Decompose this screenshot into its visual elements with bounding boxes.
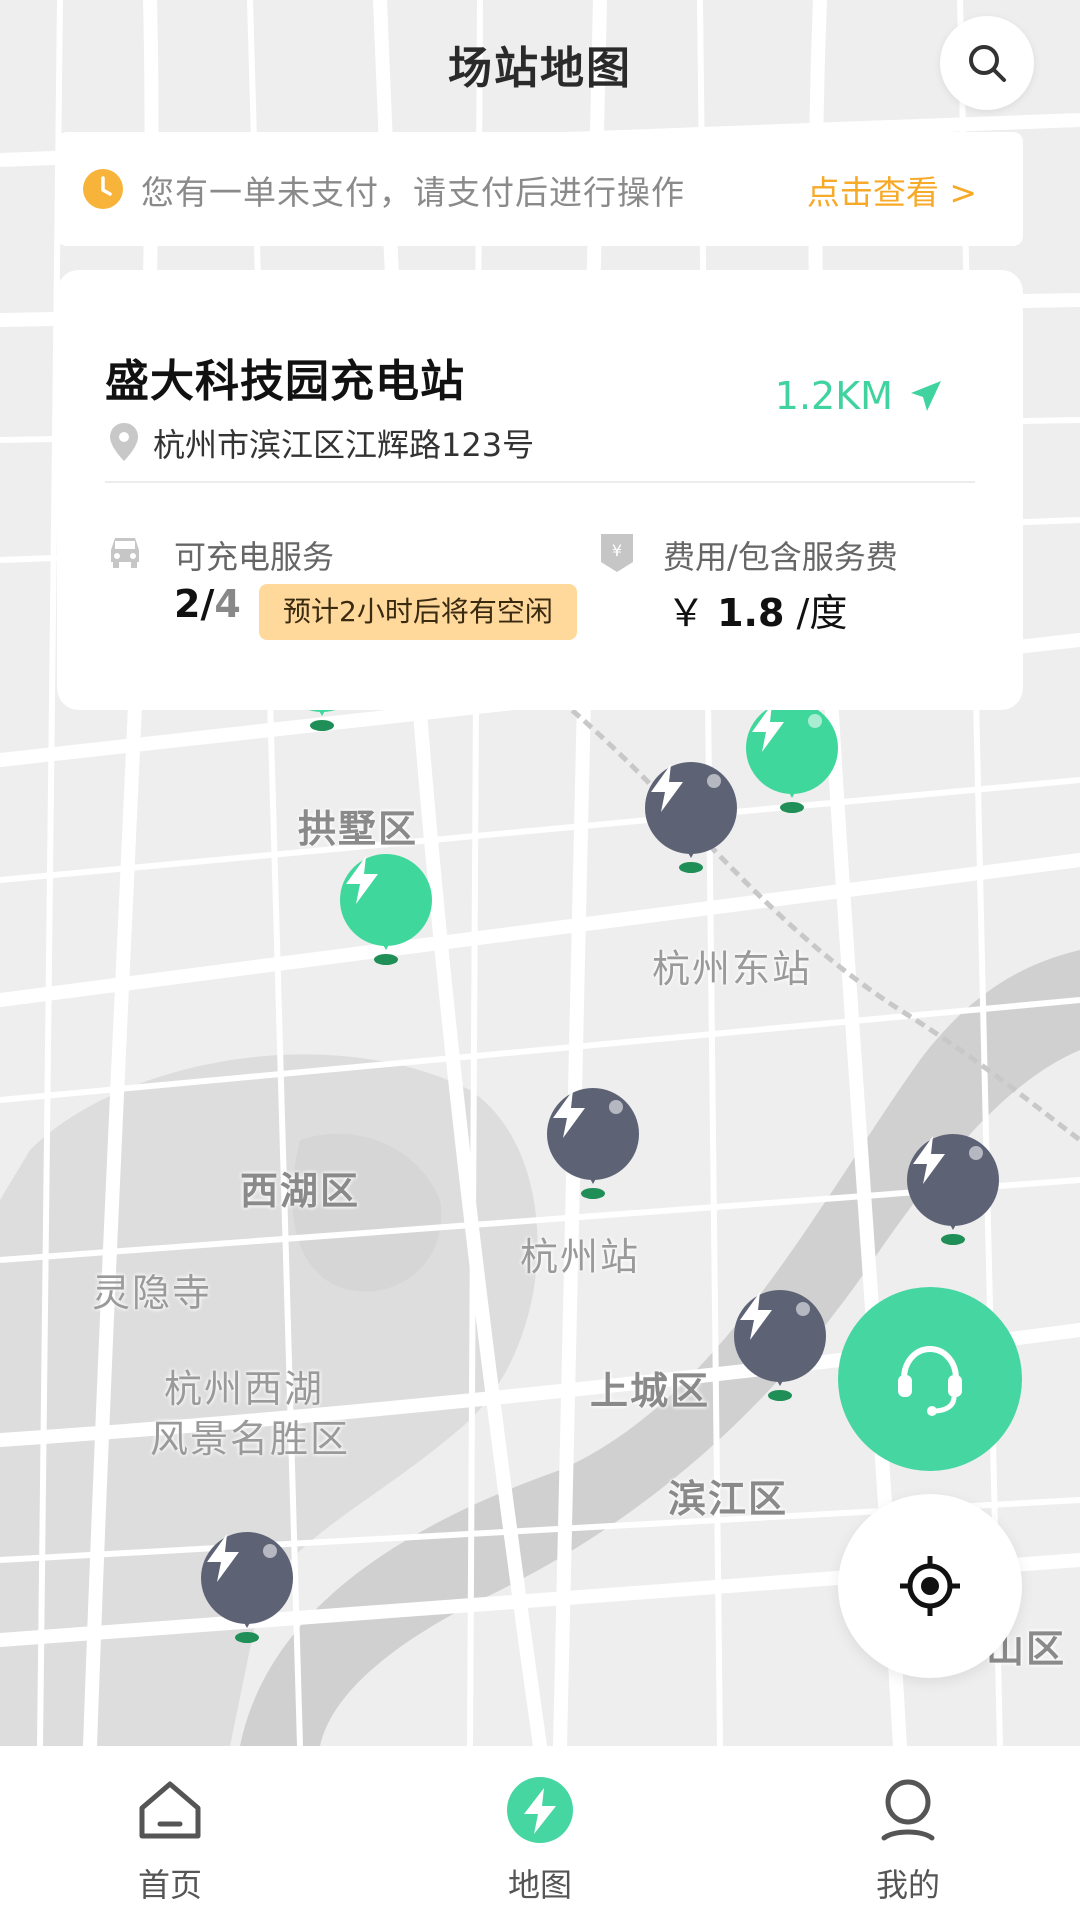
nav-map-label: 地图 [507, 1866, 572, 1904]
bolt-icon [207, 1534, 239, 1582]
available-count: 2/4 [174, 582, 241, 626]
car-icon [111, 538, 139, 568]
price-number: 1.8 [717, 591, 785, 635]
price-tag-icon: ¥ [601, 534, 633, 572]
station-marker[interactable] [547, 1088, 639, 1200]
station-marker[interactable] [734, 1290, 826, 1402]
locate-me-button[interactable] [838, 1494, 1022, 1678]
notice-message: 您有一单未支付，请支付后进行操作 [141, 173, 685, 212]
currency-symbol: ￥ [667, 591, 706, 635]
nav-home[interactable]: 首页 [70, 1746, 270, 1920]
available-number: 2 [174, 582, 201, 626]
map-label-shangcheng: 上城区 [590, 1369, 711, 1413]
map-roads [0, 0, 1080, 1746]
map-label-binjiang: 滨江区 [668, 1477, 789, 1521]
map-label-westlake-1: 杭州西湖 [164, 1367, 325, 1411]
view-order-link[interactable]: 点击查看 > [807, 166, 977, 214]
station-marker[interactable] [746, 702, 838, 814]
price-unit: /度 [796, 591, 848, 635]
station-address: 杭州市滨江区江辉路123号 [153, 426, 535, 464]
station-card[interactable]: 盛大科技园充电站 1.2KM 杭州市滨江区江辉路123号 可充电服务 2/4 预… [57, 270, 1023, 710]
station-distance[interactable]: 1.2KM [775, 374, 943, 418]
bolt-icon [740, 1292, 772, 1340]
station-marker[interactable] [201, 1532, 293, 1644]
bottom-nav: 首页 地图 我的 [0, 1746, 1080, 1920]
map-label-lingyin: 灵隐寺 [92, 1271, 213, 1315]
user-icon [881, 1779, 935, 1841]
fee-label: 费用/包含服务费 [663, 538, 898, 576]
availability-badge: 预计2小时后将有空闲 [259, 584, 577, 640]
service-label: 可充电服务 [174, 538, 335, 576]
clock-icon [83, 169, 123, 209]
station-marker[interactable] [645, 762, 737, 874]
svg-text:¥: ¥ [612, 541, 622, 560]
bolt-icon [651, 764, 683, 812]
customer-service-button[interactable] [838, 1287, 1022, 1471]
count-separator: / [200, 582, 215, 626]
nav-map[interactable]: 地图 [440, 1746, 640, 1920]
map-view[interactable]: 拱墅区 杭州东站 西湖区 灵隐寺 杭州站 杭州西湖 风景名胜区 上城区 滨江区 … [0, 0, 1080, 1746]
distance-value: 1.2KM [774, 374, 893, 418]
unpaid-notice[interactable]: 您有一单未支付，请支付后进行操作 点击查看 > [57, 132, 1023, 246]
station-marker[interactable] [340, 854, 432, 966]
station-marker[interactable] [907, 1134, 999, 1246]
map-label-gongshu: 拱墅区 [298, 807, 419, 851]
map-label-xihu: 西湖区 [240, 1169, 361, 1213]
page-title: 场站地图 [448, 43, 632, 94]
bolt-icon [553, 1090, 585, 1138]
location-pin-icon [110, 423, 138, 461]
crosshair-icon [900, 1556, 960, 1616]
nav-profile[interactable]: 我的 [808, 1746, 1008, 1920]
bolt-icon [346, 856, 378, 904]
nav-home-label: 首页 [137, 1866, 202, 1904]
search-icon [969, 45, 1006, 82]
map-label-east-station: 杭州东站 [652, 947, 813, 991]
station-name: 盛大科技园充电站 [105, 356, 465, 407]
search-button[interactable] [940, 16, 1034, 110]
total-number: 4 [214, 582, 241, 626]
map-label-hz-station: 杭州站 [520, 1235, 641, 1279]
fee-value: ￥ 1.8 /度 [667, 582, 847, 637]
divider [105, 481, 975, 483]
map-label-westlake-2: 风景名胜区 [150, 1417, 351, 1461]
nav-profile-label: 我的 [875, 1866, 940, 1904]
bolt-icon [507, 1777, 573, 1843]
navigate-icon [911, 381, 941, 411]
bolt-icon [913, 1136, 945, 1184]
home-icon [139, 1781, 201, 1839]
headset-icon [898, 1345, 962, 1416]
